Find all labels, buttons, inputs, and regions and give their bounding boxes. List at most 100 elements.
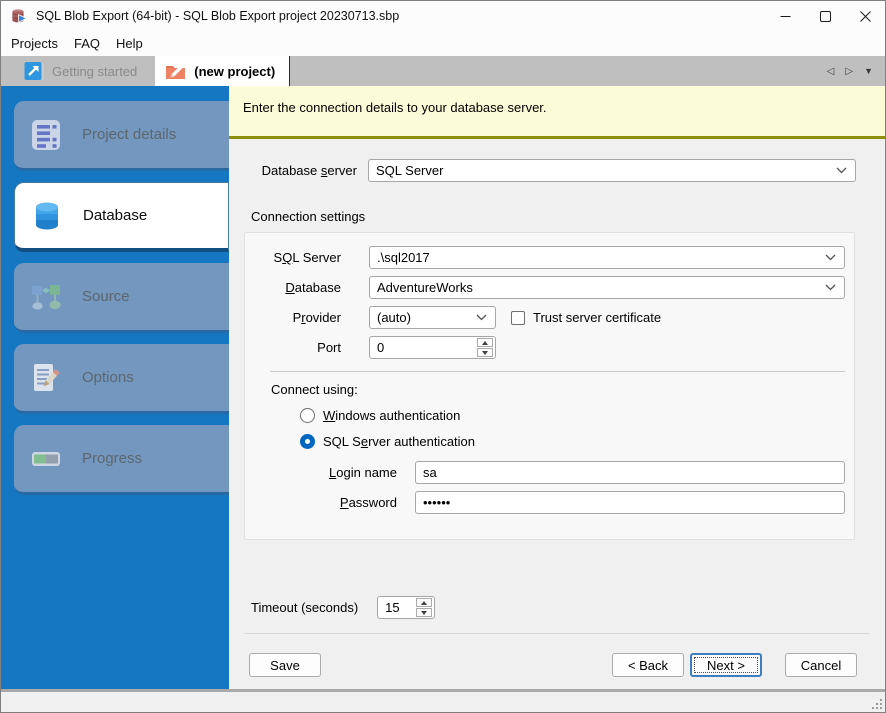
buttons-separator [244,633,869,634]
cancel-button[interactable]: Cancel [785,653,857,677]
app-icon [11,8,28,25]
tab-nav: ◁ ▷ ▼ [827,56,885,86]
up-arrow-icon [421,601,427,605]
save-button[interactable]: Save [249,653,321,677]
provider-row: Provider (auto) Trust server certificate [245,306,845,329]
timeout-label: Timeout (seconds) [251,600,358,615]
database-server-combobox[interactable]: SQL Server [368,159,856,182]
tab-new-project[interactable]: (new project) [155,56,290,86]
sql-auth-label: SQL Server authentication [323,434,475,449]
sidebar-item-label: Database [83,207,147,224]
tab-strip: Getting started (new project) ◁ ▷ ▼ [1,56,885,86]
close-icon [860,11,871,22]
sql-server-row: SQL Server .\sql2017 [245,246,845,269]
back-button[interactable]: < Back [612,653,684,677]
password-row: Password [245,491,845,514]
connection-settings-title: Connection settings [251,209,885,224]
port-row: Port [245,336,845,359]
database-icon [30,199,64,233]
sidebar-item-label: Source [82,288,130,305]
sidebar-item-options[interactable]: Options [14,344,229,414]
database-value: AdventureWorks [377,280,473,295]
maximize-button[interactable] [805,1,845,31]
windows-auth-option[interactable]: Windows authentication [300,408,854,423]
tab-list-dropdown-icon[interactable]: ▼ [864,66,873,76]
tab-scroll-right-icon[interactable]: ▷ [845,66,853,77]
database-label: Database [245,280,341,295]
sidebar-item-progress[interactable]: Progress [14,425,229,495]
database-combobox[interactable]: AdventureWorks [369,276,845,299]
windows-auth-radio[interactable] [300,408,315,423]
status-bar [1,689,885,712]
menu-projects[interactable]: Projects [3,33,66,54]
sidebar-item-source[interactable]: Source [14,263,229,333]
close-button[interactable] [845,1,885,31]
sidebar-item-project-details[interactable]: Project details [14,101,229,171]
port-spin-buttons [477,338,493,357]
tab-getting-started[interactable]: Getting started [9,56,155,86]
window-title: SQL Blob Export (64-bit) - SQL Blob Expo… [36,9,399,23]
source-icon [29,280,63,314]
timeout-spinner[interactable] [377,596,435,619]
menu-faq[interactable]: FAQ [66,33,108,54]
spin-down-button[interactable] [477,348,493,357]
password-label: Password [245,495,397,510]
title-bar: SQL Blob Export (64-bit) - SQL Blob Expo… [1,1,885,31]
tab-label: Getting started [52,64,137,79]
window-body: Project details Database [1,86,885,689]
database-row: Database AdventureWorks [245,276,845,299]
down-arrow-icon [482,351,488,355]
info-banner: Enter the connection details to your dat… [229,86,885,139]
login-name-label: Login name [245,465,397,480]
radio-dot [305,439,310,444]
group-separator [270,371,845,372]
menu-help[interactable]: Help [108,33,151,54]
maximize-icon [820,11,831,22]
arrow-up-right-icon [24,61,44,81]
project-details-icon [29,118,63,152]
options-icon [29,361,63,395]
sidebar-item-label: Options [82,369,134,386]
port-label: Port [245,340,341,355]
menu-bar: Projects FAQ Help [1,31,885,56]
chevron-down-icon [825,254,836,261]
timeout-spin-buttons [416,598,432,617]
password-input[interactable] [423,495,844,510]
provider-combobox[interactable]: (auto) [369,306,496,329]
sql-server-value: .\sql2017 [377,250,430,265]
spin-down-button[interactable] [416,608,432,617]
down-arrow-icon [421,611,427,615]
trust-certificate-checkbox[interactable] [511,311,525,325]
port-input[interactable] [377,340,477,355]
up-arrow-icon [482,341,488,345]
database-page: Enter the connection details to your dat… [229,86,885,689]
login-name-input[interactable] [423,465,844,480]
sql-server-label: SQL Server [245,250,341,265]
timeout-row: Timeout (seconds) [251,596,885,619]
button-row: Save < Back Next > Cancel [249,653,857,677]
sidebar-item-database[interactable]: Database [14,182,229,252]
provider-value: (auto) [377,310,411,325]
banner-text: Enter the connection details to your dat… [243,100,547,115]
database-server-label: Database server [229,163,357,178]
spin-up-button[interactable] [477,338,493,347]
sql-server-combobox[interactable]: .\sql2017 [369,246,845,269]
password-field[interactable] [415,491,845,514]
window-controls [765,1,885,31]
sql-auth-radio[interactable] [300,434,315,449]
sql-auth-option[interactable]: SQL Server authentication [300,434,854,449]
next-button[interactable]: Next > [690,653,762,677]
minimize-button[interactable] [765,1,805,31]
sidebar-item-label: Project details [82,126,176,143]
resize-grip-icon[interactable] [870,697,883,710]
timeout-input[interactable] [385,600,416,615]
sidebar-item-label: Progress [82,450,142,467]
login-name-field[interactable] [415,461,845,484]
tab-scroll-left-icon[interactable]: ◁ [827,66,835,77]
chevron-down-icon [476,314,487,321]
app-window: SQL Blob Export (64-bit) - SQL Blob Expo… [0,0,886,713]
tab-label: (new project) [194,64,275,79]
spin-up-button[interactable] [416,598,432,607]
port-spinner[interactable] [369,336,496,359]
connection-settings-group: SQL Server .\sql2017 Database AdventureW… [244,232,855,540]
